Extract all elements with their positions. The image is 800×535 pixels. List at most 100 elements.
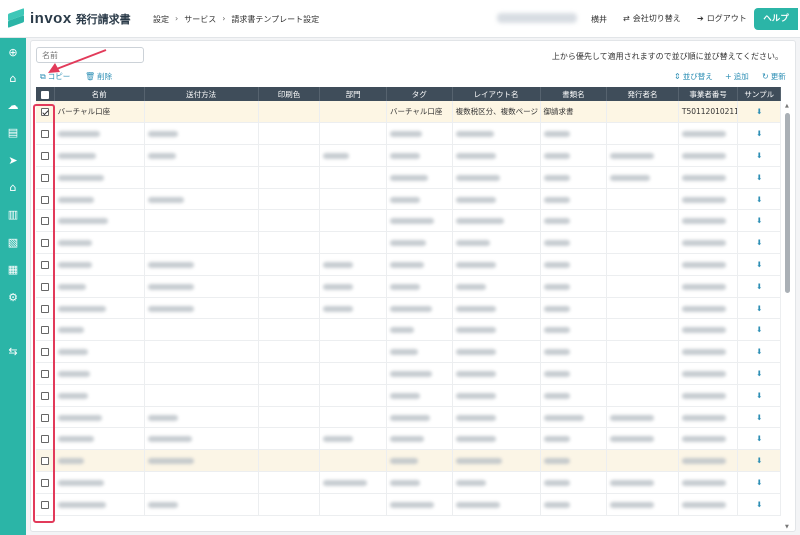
redacted-cell: [144, 318, 259, 342]
redacted-cell: [258, 471, 321, 494]
table-row[interactable]: ⬇: [36, 275, 781, 298]
gear-icon[interactable]: ⚙: [0, 287, 26, 307]
table-row[interactable]: ⬇: [36, 406, 781, 429]
table-row[interactable]: ⬇: [36, 297, 781, 320]
redacted-cell: [54, 188, 145, 211]
table-row[interactable]: ⬇: [36, 449, 781, 473]
table-row[interactable]: ⬇: [36, 166, 781, 189]
col-print-color[interactable]: 印刷色: [258, 87, 321, 101]
scroll-down-arrow[interactable]: ▼: [785, 524, 789, 530]
user-name: 横井: [591, 15, 607, 24]
download-icon[interactable]: ⬇: [737, 231, 781, 255]
table-row[interactable]: ⬇: [36, 362, 781, 385]
download-icon[interactable]: ⬇: [737, 122, 781, 146]
col-send-method[interactable]: 送付方法: [144, 87, 259, 101]
redacted-cell: [540, 253, 608, 276]
redacted-cell: [319, 297, 387, 320]
breadcrumb-item-service[interactable]: サービス: [184, 14, 216, 25]
document-export-icon[interactable]: ▧: [0, 232, 26, 252]
download-icon[interactable]: ⬇: [737, 144, 781, 167]
download-icon[interactable]: ⬇: [737, 427, 781, 451]
table-row[interactable]: ⬇: [36, 493, 781, 516]
table-row[interactable]: ⬇: [36, 188, 781, 211]
table-row[interactable]: ⬇: [36, 318, 781, 342]
plus-circle-icon[interactable]: ⊕: [0, 42, 26, 62]
cloud-upload-icon[interactable]: ☁: [0, 95, 26, 115]
redacted-cell: [452, 318, 541, 342]
table-row[interactable]: ⬇: [36, 209, 781, 233]
table-row[interactable]: ⬇: [36, 384, 781, 407]
sidebar: ⊕ ⌂ ☁ ▤ ➤ ⌂ ▥ ▧ ▦ ⚙ ⇆: [0, 38, 26, 535]
redacted-cell: [452, 471, 541, 494]
bank-icon[interactable]: ⌂: [0, 177, 26, 197]
download-icon[interactable]: ⬇: [737, 406, 781, 429]
table-row[interactable]: ⬇: [36, 253, 781, 276]
logout-button[interactable]: ➔ ログアウト: [697, 13, 747, 24]
refresh-button[interactable]: ↻ 更新: [762, 71, 786, 82]
table-row[interactable]: バーチャル口座 バーチャル口座 複数税区分、複数ページ 御請求書 T501120…: [36, 101, 781, 124]
logo-subtitle: 発行請求書: [75, 12, 131, 26]
download-icon[interactable]: ⬇: [737, 209, 781, 233]
download-icon[interactable]: ⬇: [737, 188, 781, 211]
download-icon[interactable]: ⬇: [737, 384, 781, 407]
redacted-cell: [452, 188, 541, 211]
document-icon[interactable]: ▤: [0, 122, 26, 142]
app-logo[interactable]: invox 発行請求書: [8, 7, 131, 28]
redacted-cell: [258, 122, 321, 146]
redacted-cell: [606, 493, 679, 516]
col-layout[interactable]: レイアウト名: [452, 87, 541, 101]
download-icon[interactable]: ⬇: [737, 166, 781, 189]
send-icon[interactable]: ➤: [0, 150, 26, 170]
download-icon[interactable]: ⬇: [737, 275, 781, 298]
table-row[interactable]: ⬇: [36, 231, 781, 255]
breadcrumb-item-settings[interactable]: 設定: [153, 14, 169, 25]
home-icon[interactable]: ⌂: [0, 68, 26, 88]
table-row[interactable]: ⬇: [36, 144, 781, 167]
company-name-redacted: [497, 13, 577, 23]
redacted-cell: [386, 144, 453, 167]
col-sample[interactable]: サンプル: [737, 87, 781, 101]
redacted-cell: [678, 449, 739, 473]
col-department[interactable]: 部門: [319, 87, 387, 101]
redacted-cell: [54, 253, 145, 276]
redacted-cell: [452, 231, 541, 255]
transfer-icon[interactable]: ⇆: [0, 341, 26, 361]
select-all-checkbox[interactable]: [36, 87, 55, 101]
download-icon[interactable]: ⬇: [737, 362, 781, 385]
building-icon[interactable]: ▥: [0, 204, 26, 224]
scrollbar[interactable]: [785, 113, 790, 293]
download-icon[interactable]: ⬇: [737, 340, 781, 364]
redacted-cell: [452, 253, 541, 276]
add-button[interactable]: + 追加: [725, 71, 749, 82]
download-icon[interactable]: ⬇: [737, 471, 781, 494]
col-doc-name[interactable]: 書類名: [540, 87, 608, 101]
switch-company-button[interactable]: ⇄ 会社切り替え: [623, 13, 681, 24]
redacted-cell: [319, 427, 387, 451]
redacted-cell: [258, 188, 321, 211]
table-row[interactable]: ⬇: [36, 340, 781, 364]
chart-icon[interactable]: ▦: [0, 259, 26, 279]
redacted-cell: [606, 406, 679, 429]
table-row[interactable]: ⬇: [36, 471, 781, 494]
sort-button[interactable]: ⇕ 並び替え: [674, 71, 713, 82]
redacted-cell: [540, 144, 608, 167]
redacted-cell: [678, 231, 739, 255]
redacted-cell: [452, 122, 541, 146]
download-icon[interactable]: ⬇: [737, 101, 781, 124]
scroll-up-arrow[interactable]: ▲: [785, 103, 789, 109]
col-tag[interactable]: タグ: [386, 87, 453, 101]
col-issuer[interactable]: 発行者名: [606, 87, 679, 101]
redacted-cell: [452, 493, 541, 516]
redacted-cell: [258, 362, 321, 385]
col-reg-no[interactable]: 事業者番号: [678, 87, 739, 101]
download-icon[interactable]: ⬇: [737, 253, 781, 276]
download-icon[interactable]: ⬇: [737, 449, 781, 473]
help-button[interactable]: ヘルプ: [754, 8, 798, 30]
download-icon[interactable]: ⬇: [737, 318, 781, 342]
download-icon[interactable]: ⬇: [737, 493, 781, 516]
table-row[interactable]: ⬇: [36, 427, 781, 451]
download-icon[interactable]: ⬇: [737, 297, 781, 320]
col-name[interactable]: 名前: [54, 87, 145, 101]
table-row[interactable]: ⬇: [36, 122, 781, 146]
redacted-cell: [606, 144, 679, 167]
